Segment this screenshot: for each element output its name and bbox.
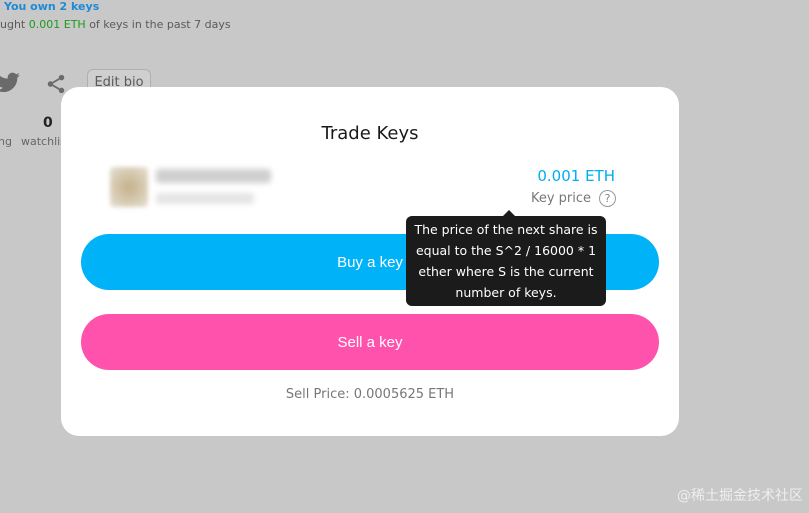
user-handle-blurred [156, 193, 254, 204]
sell-price-text: Sell Price: 0.0005625 ETH [285, 387, 455, 402]
share-icon[interactable] [45, 73, 67, 95]
tooltip-line: number of keys. [455, 285, 557, 300]
key-price-value: 0.001 ETH [537, 167, 615, 185]
bought-amount: 0.001 ETH [28, 18, 86, 31]
sell-key-button[interactable]: Sell a key [81, 314, 659, 370]
page: You own 2 keys ught 0.001 ETH of keys in… [0, 0, 809, 513]
keys-owned-text: You own 2 keys [4, 0, 100, 13]
stat-left-label: ng [0, 135, 12, 148]
tooltip-line: equal to the S^2 / 16000 * 1 [415, 243, 597, 258]
help-icon[interactable]: ? [599, 190, 616, 207]
bought-suffix: of keys in the past 7 days [89, 18, 231, 31]
bought-summary: ught 0.001 ETH of keys in the past 7 day… [0, 18, 231, 31]
watchlist-count: 0 [43, 115, 53, 131]
twitter-icon[interactable] [0, 70, 22, 96]
tooltip-line: The price of the next share is [414, 222, 598, 237]
tooltip-line: ether where S is the current [418, 264, 594, 279]
watermark: @稀土掘金技术社区 [677, 488, 803, 504]
key-price-tooltip: The price of the next share is equal to … [406, 210, 606, 306]
avatar [110, 167, 148, 207]
watchlist-label: watchlis [21, 135, 66, 148]
modal-title: Trade Keys [321, 123, 419, 144]
key-price-label: Key price [530, 191, 591, 206]
bought-prefix: ught [0, 18, 26, 31]
user-name-blurred [156, 169, 271, 183]
